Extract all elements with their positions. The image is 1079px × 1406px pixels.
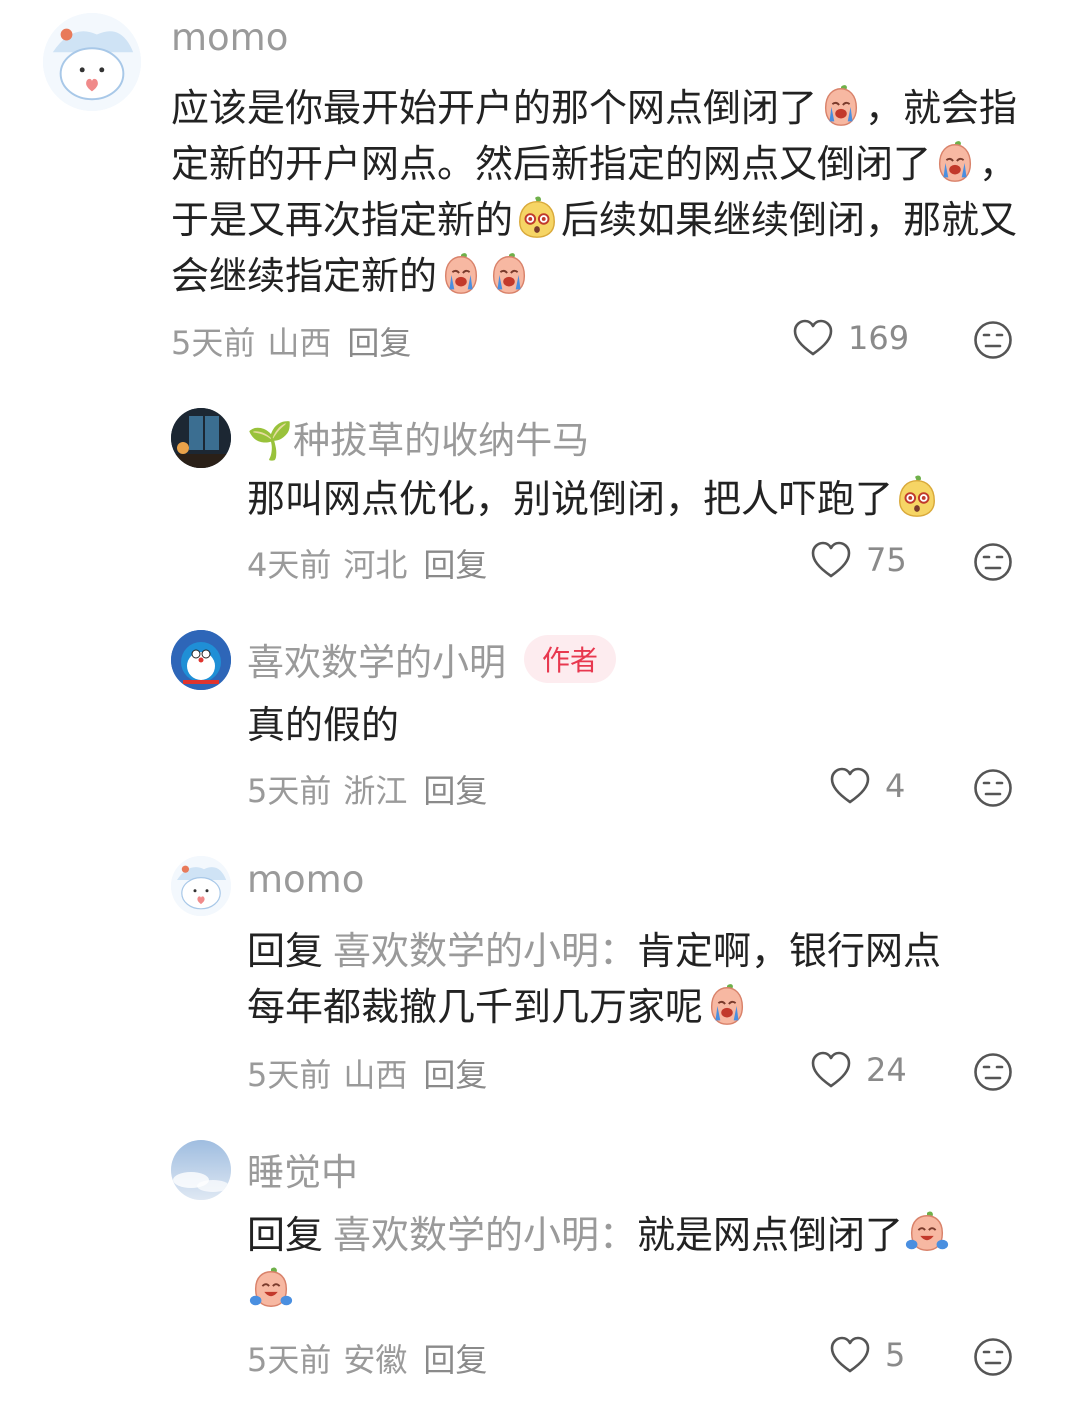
heart-outline-icon <box>810 540 852 580</box>
like-count: 24 <box>866 1051 907 1089</box>
comment-time: 5天前 <box>247 1056 332 1094</box>
comment-text-line: 回复 喜欢数学的小明：肯定啊，银行网点 <box>247 923 1047 979</box>
comment-text-part: 就是网点倒闭了 <box>637 1213 904 1257</box>
like-count: 169 <box>848 319 910 357</box>
comment-meta: 4天前 河北 回复 <box>247 540 499 586</box>
sky-photo-avatar <box>171 1140 231 1200</box>
dislike-button[interactable] <box>973 1052 1013 1092</box>
comment-meta: 5天前 山西 回复 <box>247 1050 499 1096</box>
comment-time: 5天前 <box>247 772 332 810</box>
comment-text-part: 肯定啊，银行网点 <box>637 929 942 973</box>
crying-peach-emoji <box>704 982 750 1028</box>
like-count: 4 <box>885 767 906 805</box>
comment-text-part: 那叫网点优化，别说倒闭，把人吓跑了 <box>247 477 894 521</box>
comment-meta: 5天前 山西 回复 <box>171 318 423 364</box>
comment-text-part: 真的假的 <box>247 703 400 747</box>
heart-outline-icon <box>792 318 834 358</box>
comment-meta: 5天前 浙江 回复 <box>247 766 499 812</box>
doraemon-avatar <box>171 630 231 690</box>
comment-time: 4天前 <box>247 546 332 584</box>
like-count: 75 <box>866 541 907 579</box>
dislike-button[interactable] <box>973 1337 1013 1377</box>
comment-text-part: 应该是你最开始开户的那个网点倒闭了 <box>171 86 818 130</box>
meh-face-icon <box>973 1337 1013 1377</box>
night-window-photo <box>171 408 231 468</box>
crying-peach-emoji <box>818 83 864 129</box>
heart-outline-icon <box>829 1335 871 1375</box>
meh-face-icon <box>973 768 1013 808</box>
comment-location: 山西 <box>267 324 332 362</box>
comment-text: 回复 喜欢数学的小明：肯定啊，银行网点 每年都裁撤几千到几万家呢 <box>247 923 1047 1035</box>
like-button[interactable]: 5 <box>829 1335 905 1375</box>
meh-face-icon <box>973 542 1013 582</box>
author-badge: 作者 <box>524 635 617 683</box>
crying-peach-emoji <box>932 139 978 185</box>
reply-prefix: 回复 <box>247 1213 324 1257</box>
reply-button[interactable]: 回复 <box>423 546 487 584</box>
comment-text-part: 每年都裁撤几千到几万家呢 <box>247 985 704 1029</box>
comment-location: 山西 <box>343 1056 408 1094</box>
heart-outline-icon <box>829 766 871 806</box>
comment-text-line: 每年都裁撤几千到几万家呢 <box>247 979 1047 1035</box>
reply-button[interactable]: 回复 <box>423 1341 487 1379</box>
cloud-character-icon <box>43 13 141 111</box>
laugh-cry-peach-emoji <box>248 1266 294 1312</box>
meh-face-icon <box>973 1052 1013 1092</box>
user-avatar[interactable] <box>171 856 231 916</box>
comment-time: 5天前 <box>171 324 256 362</box>
comment-location: 河北 <box>343 546 408 584</box>
user-avatar[interactable] <box>171 1140 231 1200</box>
comment-username[interactable]: 🌱种拔草的收纳牛马 <box>247 410 589 464</box>
comment-text: 回复 喜欢数学的小明：就是网点倒闭了 <box>247 1207 1047 1319</box>
user-avatar[interactable] <box>171 630 231 690</box>
reply-button[interactable]: 回复 <box>423 772 487 810</box>
comment-text: 真的假的 <box>247 697 1037 753</box>
reply-target-user[interactable]: 喜欢数学的小明： <box>333 1213 637 1257</box>
crying-peach-emoji <box>438 251 484 297</box>
like-button[interactable]: 4 <box>829 766 905 806</box>
comment-location: 安徽 <box>343 1341 408 1379</box>
comment-username[interactable]: momo <box>171 16 288 59</box>
laugh-cry-peach-emoji <box>904 1210 950 1256</box>
cloud-character-icon <box>171 856 231 916</box>
comment-text: 应该是你最开始开户的那个网点倒闭了 ，就会指定新的开户网点。然后新指定的网点又倒闭… <box>171 80 1031 304</box>
comment-text: 那叫网点优化，别说倒闭，把人吓跑了 <box>247 471 1037 527</box>
crying-peach-emoji <box>486 251 532 297</box>
shocked-mango-emoji <box>514 195 560 241</box>
comment-username[interactable]: 睡觉中 <box>247 1142 358 1196</box>
shocked-mango-emoji <box>894 474 940 520</box>
dislike-button[interactable] <box>973 542 1013 582</box>
like-count: 5 <box>885 1336 906 1374</box>
comment-username-text: 喜欢数学的小明 <box>247 641 506 684</box>
like-button[interactable]: 24 <box>810 1050 907 1090</box>
reply-button[interactable]: 回复 <box>347 324 411 362</box>
heart-outline-icon <box>810 1050 852 1090</box>
comment-username[interactable]: 喜欢数学的小明 作者 <box>247 632 617 686</box>
comment-location: 浙江 <box>343 772 408 810</box>
reply-target-user[interactable]: 喜欢数学的小明： <box>333 929 637 973</box>
comment-username[interactable]: momo <box>247 858 364 901</box>
meh-face-icon <box>973 320 1013 360</box>
comment-meta: 5天前 安徽 回复 <box>247 1335 499 1381</box>
comment-time: 5天前 <box>247 1341 332 1379</box>
like-button[interactable]: 169 <box>792 318 909 358</box>
dislike-button[interactable] <box>973 768 1013 808</box>
like-button[interactable]: 75 <box>810 540 907 580</box>
reply-button[interactable]: 回复 <box>423 1056 487 1094</box>
user-avatar[interactable] <box>171 408 231 468</box>
dislike-button[interactable] <box>973 320 1013 360</box>
user-avatar[interactable] <box>43 13 141 111</box>
reply-prefix: 回复 <box>247 929 324 973</box>
